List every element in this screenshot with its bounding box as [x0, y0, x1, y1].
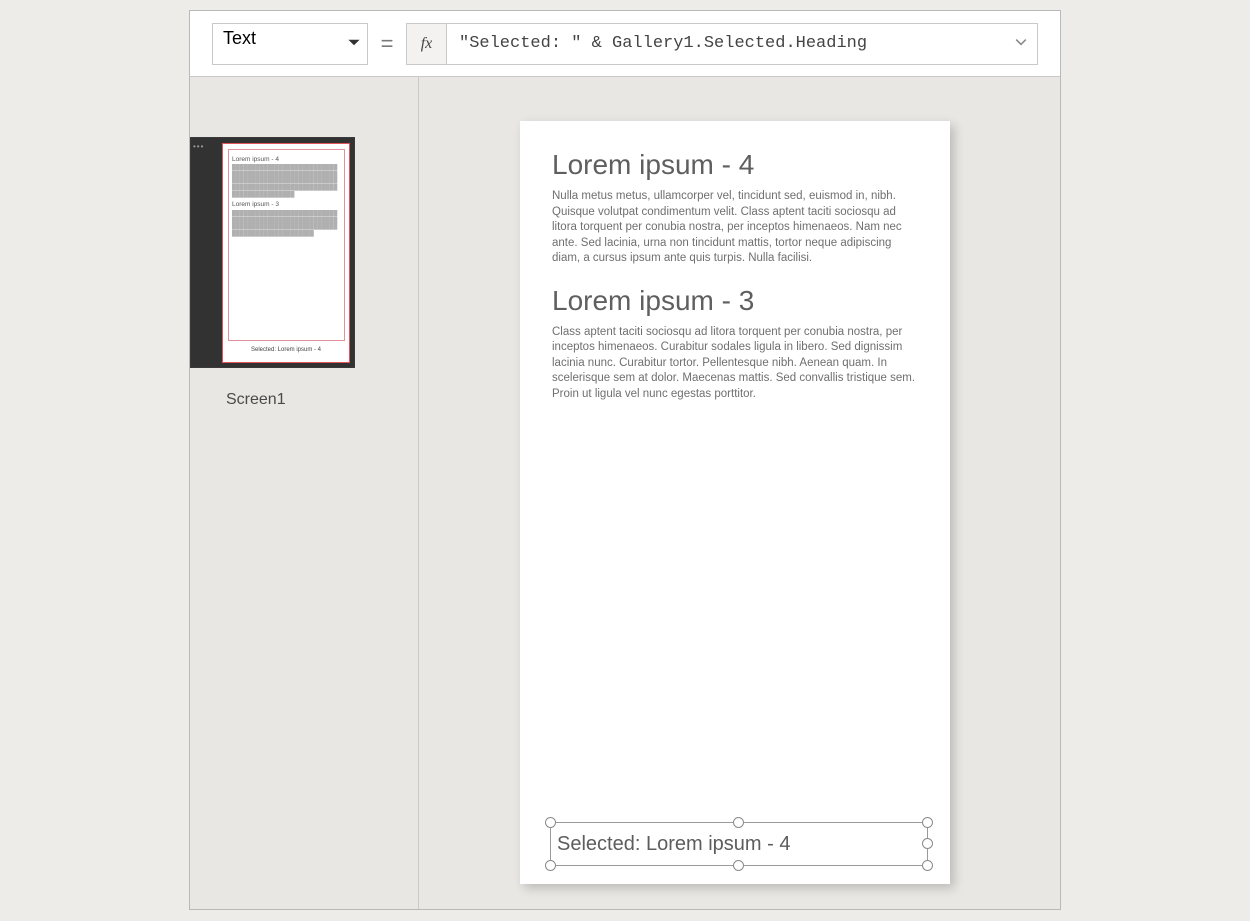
formula-text: "Selected: " & Gallery1.Selected.Heading	[459, 34, 867, 53]
item-body: Nulla metus metus, ullamcorper vel, tinc…	[552, 189, 918, 267]
phone-preview: Lorem ipsum - 4 Nulla metus metus, ullam…	[520, 121, 950, 884]
resize-handle-icon[interactable]	[733, 817, 744, 828]
thumbnail-body: ████████████████████████████████████████…	[232, 211, 340, 237]
drag-dots-icon: •••	[193, 142, 204, 151]
expand-formula-icon[interactable]	[1015, 36, 1027, 52]
equals-label: =	[378, 31, 396, 57]
resize-handle-icon[interactable]	[733, 860, 744, 871]
thumbnail-heading: Lorem ipsum - 4	[232, 156, 340, 164]
thumbnail-content: Lorem ipsum - 4 ████████████████████████…	[232, 153, 340, 238]
canvas-area[interactable]: Lorem ipsum - 4 Nulla metus metus, ullam…	[419, 77, 1060, 909]
fx-icon[interactable]: fx	[407, 24, 447, 64]
selected-label-text: Selected: Lorem ipsum - 4	[551, 833, 790, 856]
screen-thumbnail-page: Lorem ipsum - 4 ████████████████████████…	[222, 143, 350, 363]
gallery-item[interactable]: Lorem ipsum - 3 Class aptent taciti soci…	[552, 285, 918, 403]
chevron-down-icon	[347, 33, 361, 54]
formula-input-wrap: fx "Selected: " & Gallery1.Selected.Head…	[406, 23, 1038, 65]
resize-handle-icon[interactable]	[545, 860, 556, 871]
screen-name-label[interactable]: Screen1	[226, 391, 286, 409]
selected-label-control[interactable]: Selected: Lorem ipsum - 4	[550, 822, 928, 866]
thumbnail-heading: Lorem ipsum - 3	[232, 201, 340, 209]
formula-bar: Text = fx "Selected: " & Gallery1.Select…	[190, 11, 1060, 77]
resize-handle-icon[interactable]	[922, 860, 933, 871]
item-heading: Lorem ipsum - 3	[552, 285, 918, 317]
resize-handle-icon[interactable]	[922, 838, 933, 849]
property-selector-value: Text	[223, 28, 256, 48]
item-heading: Lorem ipsum - 4	[552, 149, 918, 181]
app-frame: Text = fx "Selected: " & Gallery1.Select…	[189, 10, 1061, 910]
formula-input[interactable]: "Selected: " & Gallery1.Selected.Heading	[447, 24, 1037, 64]
resize-handle-icon[interactable]	[545, 817, 556, 828]
thumbnail-body: ████████████████████████████████████████…	[232, 165, 340, 198]
gallery-item[interactable]: Lorem ipsum - 4 Nulla metus metus, ullam…	[552, 149, 918, 267]
gallery[interactable]: Lorem ipsum - 4 Nulla metus metus, ullam…	[552, 149, 918, 420]
property-selector[interactable]: Text	[212, 23, 368, 65]
screen-thumbnail[interactable]: ••• Lorem ipsum - 4 ████████████████████…	[190, 137, 355, 368]
item-body: Class aptent taciti sociosqu ad litora t…	[552, 325, 918, 403]
thumbnail-selected-label: Selected: Lorem ipsum - 4	[223, 347, 349, 353]
screens-sidebar: ••• Lorem ipsum - 4 ████████████████████…	[190, 77, 419, 909]
resize-handle-icon[interactable]	[922, 817, 933, 828]
